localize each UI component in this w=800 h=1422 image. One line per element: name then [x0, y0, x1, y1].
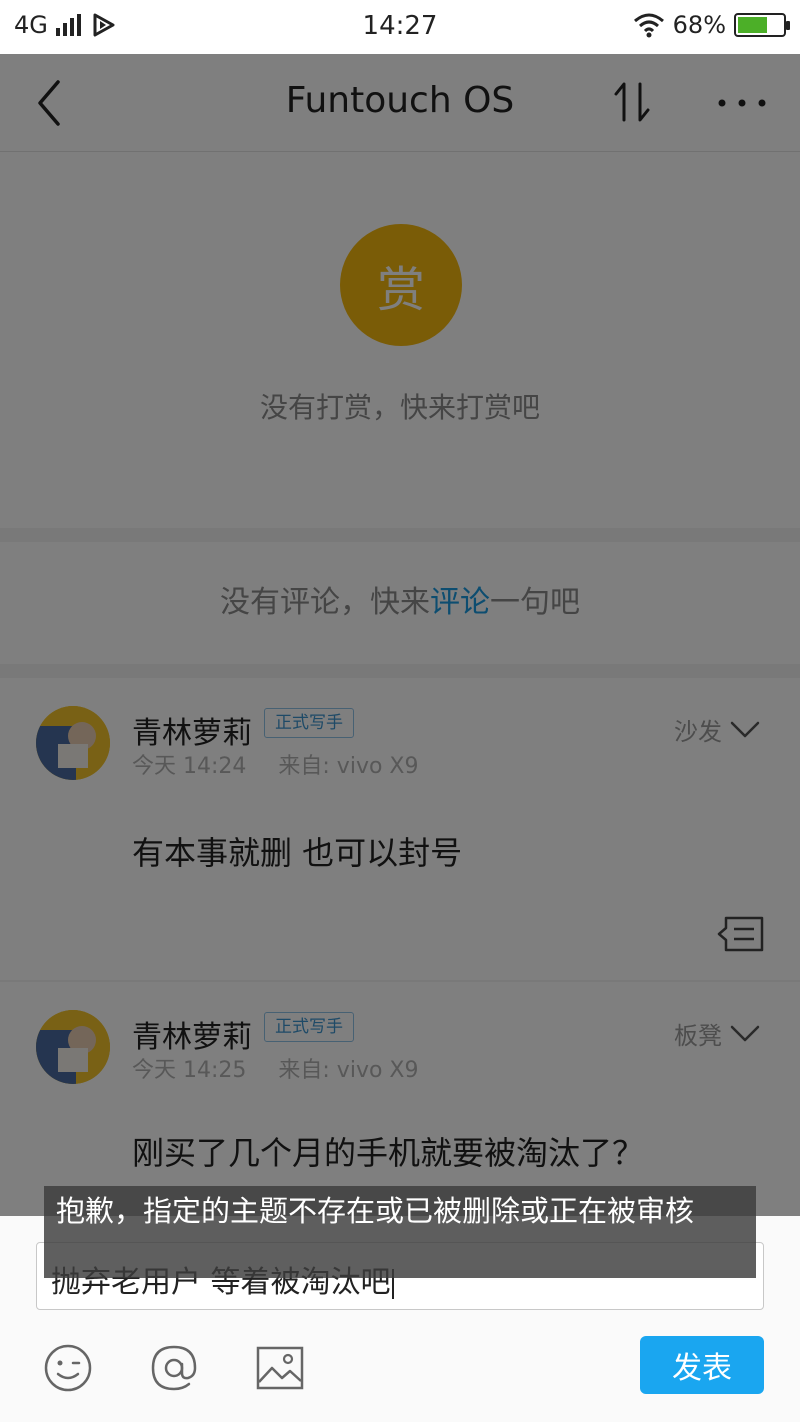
modal-backdrop[interactable]: [0, 54, 800, 1216]
status-bar: 4G 14:27 68%: [0, 0, 800, 54]
image-icon[interactable]: [254, 1342, 306, 1394]
emoji-icon[interactable]: [42, 1342, 94, 1394]
at-mention-icon[interactable]: [148, 1342, 200, 1394]
toast-message: 抱歉，指定的主题不存在或已被删除或正在被审核: [44, 1186, 756, 1278]
wifi-icon: [633, 13, 664, 38]
battery-percent: 68%: [672, 11, 726, 39]
status-right: 68%: [633, 11, 790, 39]
send-button[interactable]: 发表: [640, 1336, 764, 1394]
battery-icon: [734, 13, 790, 37]
